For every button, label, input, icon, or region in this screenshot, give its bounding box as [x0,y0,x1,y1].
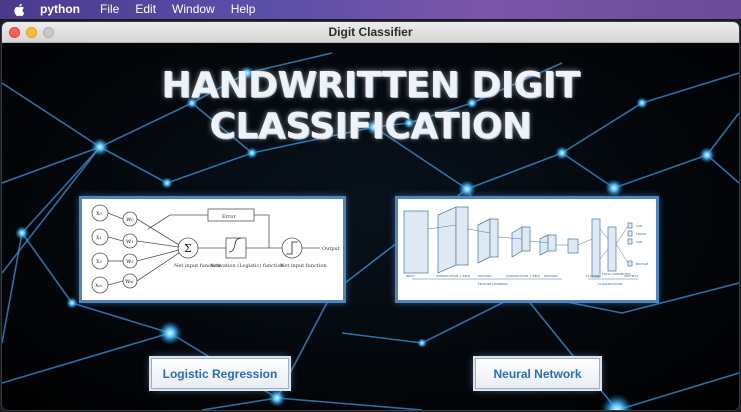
svg-text:FEATURE LEARNING: FEATURE LEARNING [478,282,508,286]
svg-text:w₀: w₀ [126,216,134,223]
window-title: Digit Classifier [328,25,413,39]
svg-text:POOLING: POOLING [478,274,492,278]
svg-text:INPUT: INPUT [406,274,415,278]
svg-text:Error: Error [222,214,236,220]
svg-text:CAR: CAR [636,224,642,228]
svg-text:x₂: x₂ [96,258,102,265]
svg-text:w₁: w₁ [126,238,134,245]
window-titlebar[interactable]: Digit Classifier [2,22,739,43]
menu-app-python[interactable]: python [40,0,80,19]
svg-text:CONVOLUTION + RELU: CONVOLUTION + RELU [436,274,470,278]
menu-edit[interactable]: Edit [135,0,156,19]
svg-text:Output: Output [322,246,340,252]
window-controls [9,27,54,38]
zoom-window-button[interactable] [43,27,54,38]
neural-network-button[interactable]: Neural Network [475,358,600,389]
svg-text:BICYCLE: BICYCLE [636,262,648,266]
svg-text:Net input function: Net input function [280,263,327,269]
apple-icon[interactable] [12,3,26,17]
minimize-window-button[interactable] [26,27,37,38]
logistic-regression-button[interactable]: Logistic Regression [151,358,289,389]
app-window: Digit Classifier HANDWRITTEN DIGIT CLASS… [2,22,739,410]
svg-text:xₘ: xₘ [95,282,102,289]
close-window-button[interactable] [9,27,20,38]
svg-text:Activation (Logistic) function: Activation (Logistic) function [209,262,285,269]
svg-text:wₘ: wₘ [125,278,134,285]
menu-bar: python File Edit Window Help [0,0,741,19]
menu-file[interactable]: File [100,0,119,19]
svg-text:TRUCK: TRUCK [635,232,647,236]
svg-text:w₂: w₂ [126,258,134,265]
svg-text:POOLING: POOLING [544,274,558,278]
menu-help[interactable]: Help [231,0,256,19]
svg-text:Σ: Σ [184,242,192,255]
page-title: HANDWRITTEN DIGIT CLASSIFICATION [161,65,580,147]
logistic-regression-diagram: x₀ x₁ x₂ xₘ w₀ w₁ w₂ wₘ Σ Error Output N… [79,196,346,303]
main-canvas: HANDWRITTEN DIGIT CLASSIFICATION x₀ x₁ x… [2,43,739,410]
svg-text:x₀: x₀ [96,210,102,217]
menu-window[interactable]: Window [172,0,215,19]
svg-text:VAN: VAN [636,240,642,244]
svg-text:FLATTEN: FLATTEN [586,274,599,278]
svg-text:x₁: x₁ [96,234,102,241]
svg-text:CLASSIFICATION: CLASSIFICATION [598,282,622,286]
neural-network-diagram: INPUT CONVOLUTION + RELU POOLING CONVOLU… [395,196,659,303]
svg-text:SOFTMAX: SOFTMAX [624,274,638,278]
svg-text:CONVOLUTION + RELU: CONVOLUTION + RELU [506,274,540,278]
